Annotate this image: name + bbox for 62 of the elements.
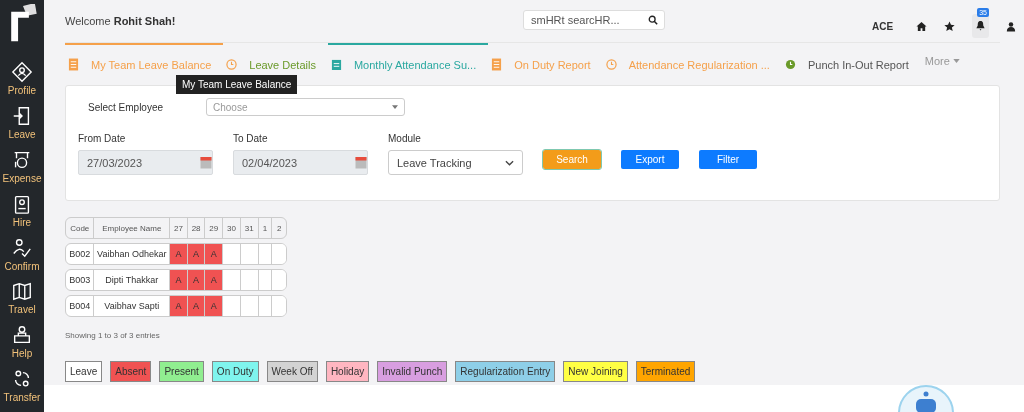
date-field[interactable]: 27/03/2023 (78, 150, 213, 175)
table-cell: A (205, 244, 224, 264)
home-icon[interactable] (916, 20, 928, 32)
legend-item: Leave (65, 361, 103, 382)
sidebar-item[interactable]: Confirm (4, 236, 40, 281)
field-label: From Date (78, 133, 127, 144)
table-cell: A (170, 270, 188, 290)
calendar-icon[interactable] (200, 156, 212, 169)
column-header[interactable]: 2 (272, 218, 286, 238)
legend-item: Present (159, 361, 204, 382)
legend-item: Invalid Punch (377, 361, 448, 382)
legend-item: Terminated (635, 361, 696, 382)
company-name: ACE (872, 20, 894, 32)
tab[interactable]: Punch In-Out Report (781, 42, 921, 85)
bell-icon[interactable] (975, 20, 987, 31)
sidebar-item[interactable]: Profile (7, 61, 37, 106)
star-icon[interactable] (944, 20, 956, 32)
legend-item: Regularization Entry (455, 361, 556, 382)
sidebar-item[interactable]: Expense (2, 148, 42, 193)
action-button[interactable]: Filter (699, 150, 757, 169)
caret-icon (392, 105, 398, 109)
table-cell: B004 (66, 296, 95, 316)
date-field[interactable]: 02/04/2023 (233, 150, 368, 175)
sidebar-item[interactable]: Hire (11, 192, 33, 237)
column-header[interactable]: 31 (240, 218, 259, 238)
search-icon (648, 15, 658, 25)
sidebar-item[interactable]: Leave (8, 105, 36, 149)
table-cell: A (170, 244, 188, 264)
sidebar-item[interactable]: Travel (8, 280, 36, 325)
calendar-icon[interactable] (355, 156, 367, 169)
chevron-icon (505, 159, 514, 166)
field-label: Module (388, 133, 422, 144)
field-label: Select Employee (87, 101, 165, 113)
sidebar-item[interactable]: Transfer (3, 368, 41, 412)
column-header[interactable]: 1 (258, 218, 273, 238)
search-field[interactable]: smHRt searcHR... (523, 10, 665, 30)
caret-icon (952, 59, 960, 63)
table-cell: A (170, 296, 188, 316)
welcome-text: Welcome Rohit Shah! (65, 15, 176, 27)
legend-item: On Duty (211, 361, 259, 382)
action-button[interactable]: Export (621, 150, 679, 169)
table-cell: B003 (66, 270, 95, 290)
chatbot-icon[interactable] (898, 385, 954, 412)
column-header[interactable]: Employee Name (94, 218, 171, 238)
field-label: To Date (233, 133, 269, 144)
tooltip: My Team Leave Balance (176, 75, 298, 94)
table-cell: A (205, 296, 224, 316)
column-header[interactable]: 30 (223, 218, 241, 238)
user-icon[interactable] (1006, 20, 1017, 32)
table-cell: A (205, 270, 224, 290)
legend-item: Absent (110, 361, 152, 382)
column-header[interactable]: 27 (170, 218, 188, 238)
table-info: Showing 1 to 3 of 3 entries (65, 331, 161, 340)
legend-item: Week Off (266, 361, 318, 382)
column-header[interactable]: 28 (187, 218, 206, 238)
column-header[interactable]: 29 (205, 218, 224, 238)
legend-item: New Joining (563, 361, 628, 382)
sidebar-item[interactable]: Help (11, 324, 33, 369)
table-cell: B002 (66, 244, 95, 264)
legend-item: Holiday (325, 361, 370, 382)
module-select[interactable]: Leave Tracking (388, 150, 523, 175)
column-header[interactable]: Code (66, 218, 95, 238)
